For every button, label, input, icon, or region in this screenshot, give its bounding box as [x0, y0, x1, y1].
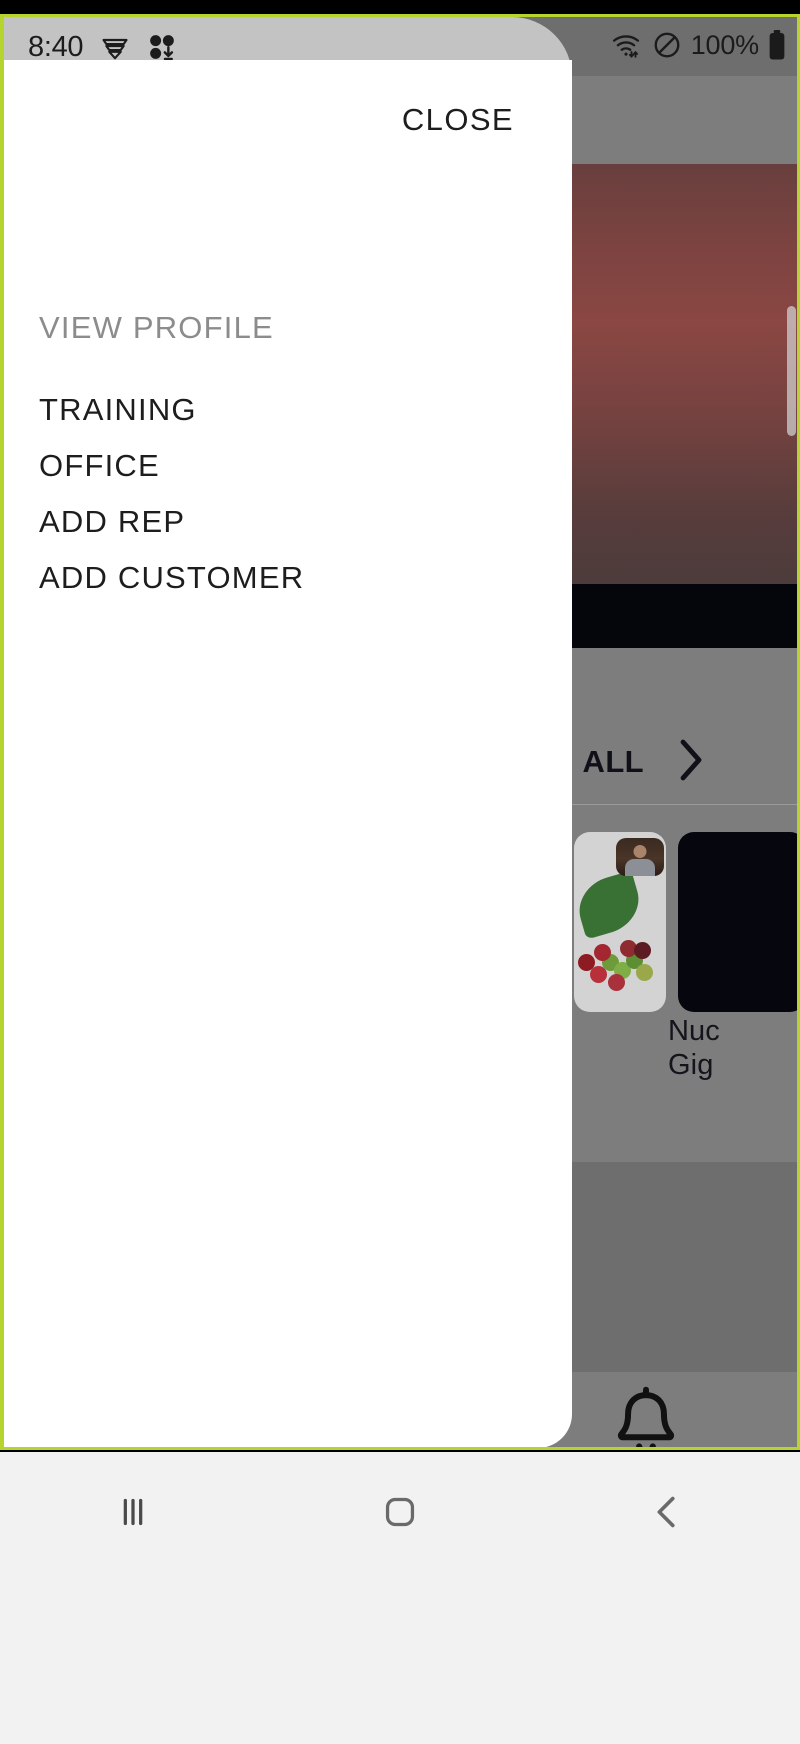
notifications-bell-icon[interactable] — [604, 1386, 688, 1450]
home-button[interactable] — [340, 1452, 460, 1572]
wifi-icon — [609, 30, 643, 60]
back-button[interactable] — [607, 1452, 727, 1572]
menu-item-view-profile[interactable]: VIEW PROFILE — [2, 300, 572, 356]
see-all-label: ALL — [582, 744, 644, 779]
card-title-line-2: Gig — [668, 1049, 714, 1082]
phone-screen: 100% ALL Nuc Gig 8:40 CLOSE VIEW PROFILE… — [0, 0, 800, 1744]
card-dark-tile[interactable] — [678, 832, 800, 1012]
app-download-icon — [147, 33, 177, 61]
coffee-cherries-shape — [576, 924, 660, 996]
section-divider — [560, 804, 800, 805]
card-title-line-1: Nuc — [668, 1015, 720, 1047]
status-bar-right-cluster: 100% — [609, 14, 786, 76]
chevron-right-icon — [678, 738, 704, 787]
clock-label: 8:40 — [28, 30, 84, 63]
content-card-strip — [560, 826, 800, 1156]
card-title-truncated: Nuc Gig — [668, 1014, 800, 1082]
menu-item-training[interactable]: TRAINING — [2, 382, 572, 438]
avatar — [616, 838, 664, 876]
recents-button[interactable] — [73, 1452, 193, 1572]
do-not-disturb-icon — [652, 30, 682, 60]
wifi-calling-icon — [99, 33, 131, 61]
scroll-indicator[interactable] — [787, 306, 796, 436]
avatar-body — [625, 859, 655, 876]
navigation-drawer: CLOSE VIEW PROFILE TRAINING OFFICE ADD R… — [2, 60, 572, 1448]
card-coffee-cherries[interactable] — [574, 832, 666, 1012]
system-navigation-bar — [0, 1452, 800, 1744]
battery-icon — [768, 30, 786, 60]
battery-percent-label: 100% — [690, 29, 759, 60]
avatar-head — [633, 845, 647, 858]
menu-item-add-rep[interactable]: ADD REP — [2, 494, 572, 550]
drawer-menu: VIEW PROFILE TRAINING OFFICE ADD REP ADD… — [2, 300, 572, 606]
menu-item-add-customer[interactable]: ADD CUSTOMER — [2, 550, 572, 606]
drawer-header: CLOSE — [2, 60, 572, 180]
menu-item-office[interactable]: OFFICE — [2, 438, 572, 494]
close-button[interactable]: CLOSE — [402, 102, 514, 138]
